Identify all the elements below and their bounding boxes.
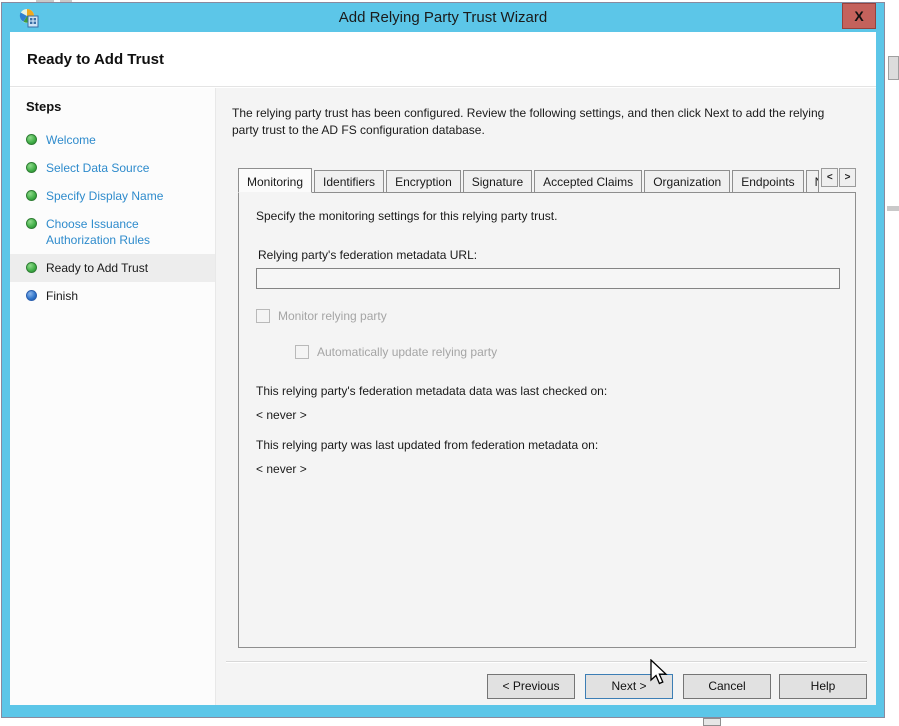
- tab-scroll-left-button[interactable]: <: [821, 168, 838, 187]
- tab-signature[interactable]: Signature: [463, 170, 532, 192]
- step-specify-display-name[interactable]: Specify Display Name: [10, 182, 215, 210]
- tab-accepted-claims[interactable]: Accepted Claims: [534, 170, 642, 192]
- background-artifact: [888, 56, 899, 80]
- monitoring-instruction: Specify the monitoring settings for this…: [256, 209, 557, 223]
- steps-sidebar: Steps Welcome Select Data Source Specify…: [10, 88, 216, 705]
- step-welcome[interactable]: Welcome: [10, 126, 215, 154]
- monitor-relying-party-checkbox-row[interactable]: Monitor relying party: [256, 309, 387, 323]
- last-updated-label: This relying party was last updated from…: [256, 438, 598, 452]
- wizard-buttons: < Previous Next > Cancel Help: [487, 674, 867, 699]
- title-bar[interactable]: Add Relying Party Trust Wizard X: [2, 3, 884, 32]
- wizard-header: Ready to Add Trust: [10, 32, 876, 87]
- intro-text: The relying party trust has been configu…: [232, 105, 848, 139]
- tab-identifiers[interactable]: Identifiers: [314, 170, 384, 192]
- metadata-url-input[interactable]: [256, 268, 840, 289]
- step-completed-icon: [26, 134, 37, 145]
- last-checked-value: < never >: [256, 408, 307, 422]
- auto-update-checkbox-row[interactable]: Automatically update relying party: [295, 345, 497, 359]
- auto-update-label: Automatically update relying party: [317, 345, 497, 359]
- last-updated-value: < never >: [256, 462, 307, 476]
- close-button[interactable]: X: [842, 3, 876, 29]
- step-finish: Finish: [10, 282, 215, 310]
- footer-divider: [226, 661, 867, 663]
- monitor-relying-party-label: Monitor relying party: [278, 309, 387, 323]
- step-ready-to-add-trust[interactable]: Ready to Add Trust: [10, 254, 215, 282]
- tab-organization[interactable]: Organization: [644, 170, 730, 192]
- help-button[interactable]: Help: [779, 674, 867, 699]
- previous-button[interactable]: < Previous: [487, 674, 575, 699]
- step-completed-icon: [26, 218, 37, 229]
- background-artifact: [887, 206, 899, 211]
- step-completed-icon: [26, 162, 37, 173]
- tab-notes-truncated[interactable]: N: [806, 170, 820, 192]
- monitoring-tab-panel: Specify the monitoring settings for this…: [238, 192, 856, 648]
- content-pane: The relying party trust has been configu…: [216, 88, 876, 705]
- metadata-url-label: Relying party's federation metadata URL:: [258, 248, 477, 262]
- mouse-cursor: [650, 659, 670, 687]
- tab-encryption[interactable]: Encryption: [386, 170, 461, 192]
- tab-scroll-right-button[interactable]: >: [839, 168, 856, 187]
- page-title: Ready to Add Trust: [27, 51, 876, 68]
- wizard-dialog: Add Relying Party Trust Wizard X Ready t…: [1, 2, 885, 718]
- tab-monitoring[interactable]: Monitoring: [238, 168, 312, 193]
- step-completed-icon: [26, 262, 37, 273]
- background-artifact: [703, 718, 721, 726]
- tab-endpoints[interactable]: Endpoints: [732, 170, 803, 192]
- step-select-data-source[interactable]: Select Data Source: [10, 154, 215, 182]
- step-pending-icon: [26, 290, 37, 301]
- monitor-relying-party-checkbox[interactable]: [256, 309, 270, 323]
- step-choose-issuance-authorization-rules[interactable]: Choose Issuance Authorization Rules: [10, 210, 215, 254]
- cancel-button[interactable]: Cancel: [683, 674, 771, 699]
- step-completed-icon: [26, 190, 37, 201]
- window-title: Add Relying Party Trust Wizard: [2, 9, 884, 26]
- auto-update-checkbox[interactable]: [295, 345, 309, 359]
- steps-heading: Steps: [10, 99, 215, 126]
- tab-strip: Monitoring Identifiers Encryption Signat…: [238, 167, 856, 192]
- last-checked-label: This relying party's federation metadata…: [256, 384, 607, 398]
